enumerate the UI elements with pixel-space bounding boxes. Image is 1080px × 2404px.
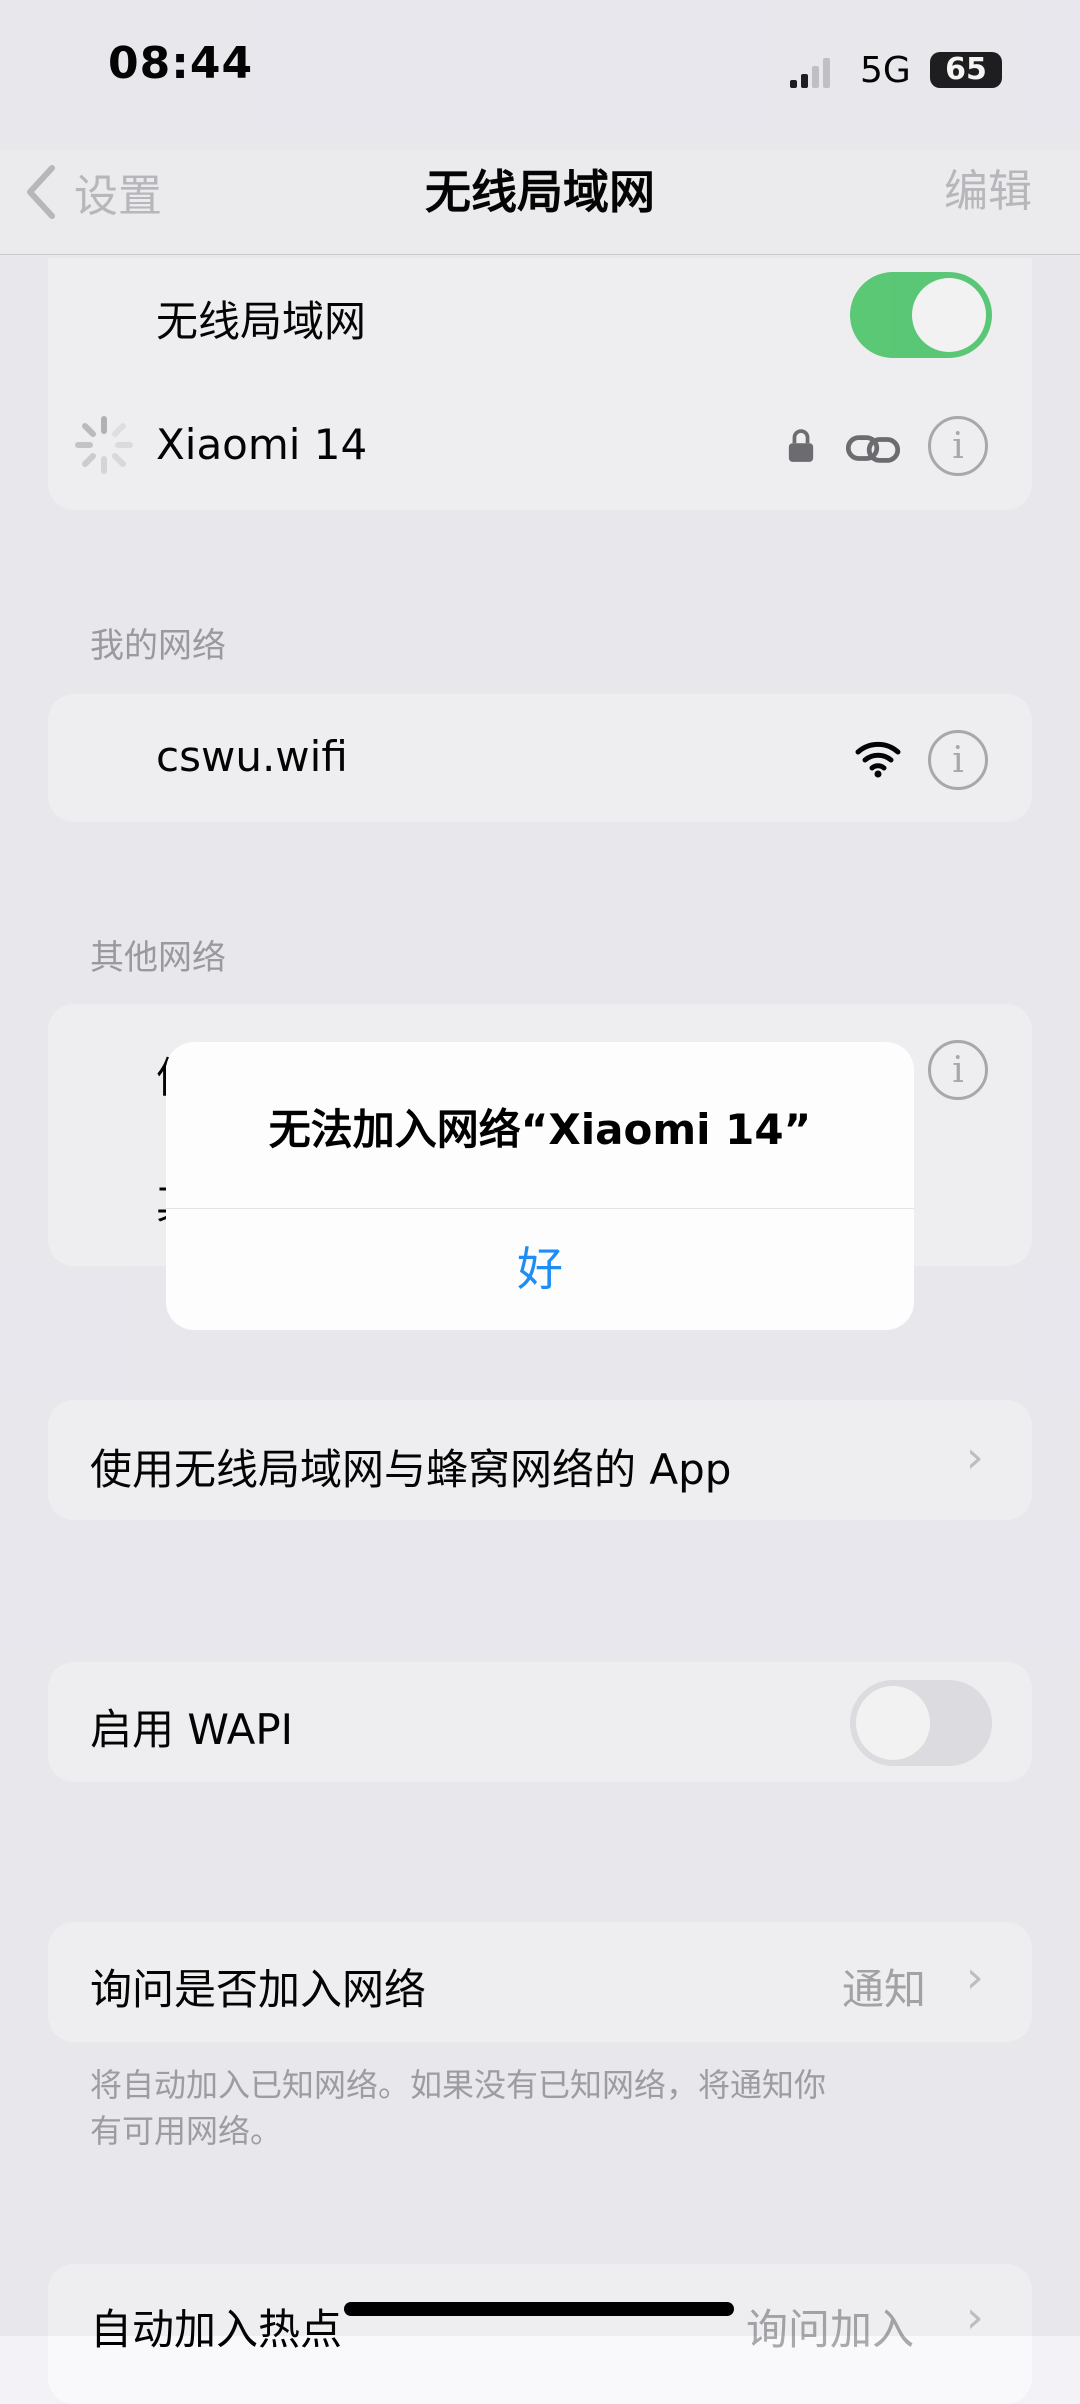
ok-button[interactable]: 好 [166, 1208, 914, 1330]
alert-title: 无法加入网络“Xiaomi 14” [268, 1105, 812, 1154]
home-indicator [344, 2302, 734, 2316]
alert-dialog: 无法加入网络“Xiaomi 14” 好 [166, 1042, 914, 1330]
